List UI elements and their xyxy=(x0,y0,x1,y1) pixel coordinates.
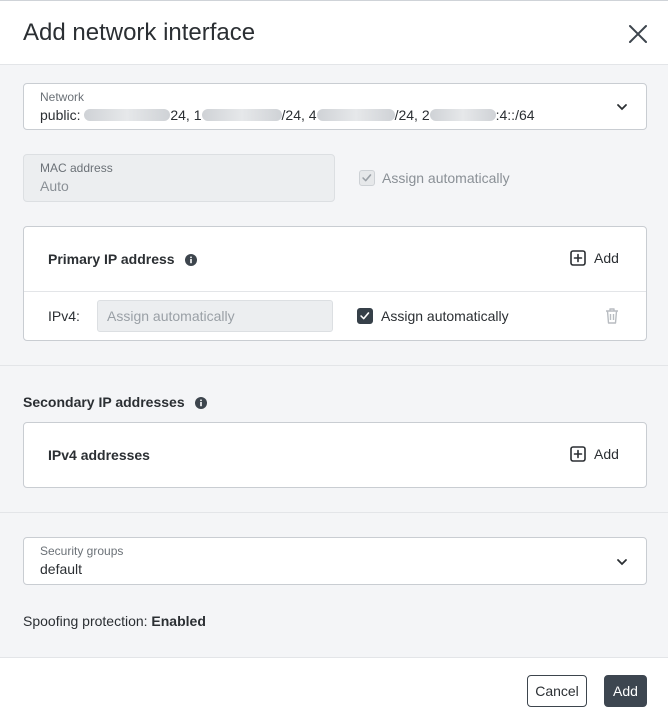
network-seg3-lead: 4 xyxy=(308,107,317,123)
network-label: Network xyxy=(40,90,85,104)
mac-assign-checkbox xyxy=(359,170,375,186)
network-seg1-suffix: 24, xyxy=(170,107,194,123)
dialog-footer: Cancel Add xyxy=(0,657,668,715)
plus-square-icon xyxy=(570,446,586,462)
primary-ip-add-label: Add xyxy=(594,250,619,266)
ipv4-assign-checkbox[interactable] xyxy=(357,308,373,324)
network-seg2-lead: 1 xyxy=(193,107,202,123)
ipv4-row-label: IPv4: xyxy=(48,308,80,324)
redacted-address xyxy=(201,109,282,121)
ipv4-input: Assign automatically xyxy=(97,300,333,332)
security-groups-value: default xyxy=(40,561,83,577)
mac-address-value: Auto xyxy=(40,178,69,194)
spoofing-label: Spoofing protection: xyxy=(23,613,152,629)
spoofing-value: Enabled xyxy=(151,613,206,629)
trash-icon[interactable] xyxy=(604,307,620,325)
mac-address-field: MAC address Auto xyxy=(23,154,335,202)
ipv4-assign-label: Assign automatically xyxy=(381,308,509,324)
network-seg2-suffix: /24, xyxy=(281,107,309,123)
network-seg4-suffix: :4::/64 xyxy=(495,107,535,123)
secondary-ip-heading: Secondary IP addresses xyxy=(23,394,185,410)
ipv4-addresses-add-button[interactable]: Add xyxy=(570,446,619,462)
network-seg3-suffix: /24, xyxy=(394,107,422,123)
ipv4-addresses-card: IPv4 addresses Add xyxy=(23,422,647,488)
add-button[interactable]: Add xyxy=(604,675,647,707)
primary-ip-card: Primary IP address Add IPv4: Assign auto… xyxy=(23,226,647,341)
redacted-address xyxy=(316,109,395,121)
plus-square-icon xyxy=(570,250,586,266)
mac-address-label: MAC address xyxy=(40,161,113,175)
network-seg4-lead: 2 xyxy=(421,107,430,123)
network-prefix: public: xyxy=(40,107,85,123)
primary-ip-title: Primary IP address xyxy=(48,251,175,267)
redacted-address xyxy=(84,109,171,121)
ipv4-addresses-add-label: Add xyxy=(594,446,619,462)
dialog-title: Add network interface xyxy=(23,19,256,46)
ipv4-addresses-title: IPv4 addresses xyxy=(48,447,150,463)
section-separator xyxy=(0,365,668,366)
chevron-down-icon xyxy=(617,104,627,111)
info-icon[interactable] xyxy=(185,254,197,266)
spoofing-protection: Spoofing protection: Enabled xyxy=(23,613,206,629)
info-icon[interactable] xyxy=(195,397,207,409)
primary-ip-add-button[interactable]: Add xyxy=(570,250,619,266)
section-separator xyxy=(0,512,668,513)
chevron-down-icon xyxy=(617,559,627,566)
dialog-header: Add network interface xyxy=(0,0,668,65)
security-groups-select[interactable]: Security groups default xyxy=(23,537,647,585)
network-select[interactable]: Network public: 24, 1/24, 4/24, 2 :4::/64 xyxy=(23,83,647,130)
security-groups-label: Security groups xyxy=(40,544,124,558)
cancel-button[interactable]: Cancel xyxy=(527,675,587,707)
card-divider xyxy=(24,291,646,292)
check-icon xyxy=(360,312,370,320)
redacted-address xyxy=(429,109,496,121)
network-value: public: 24, 1/24, 4/24, 2 :4::/64 xyxy=(40,107,535,123)
check-icon xyxy=(362,174,372,182)
mac-assign-label: Assign automatically xyxy=(382,170,510,186)
close-icon[interactable] xyxy=(627,23,649,45)
